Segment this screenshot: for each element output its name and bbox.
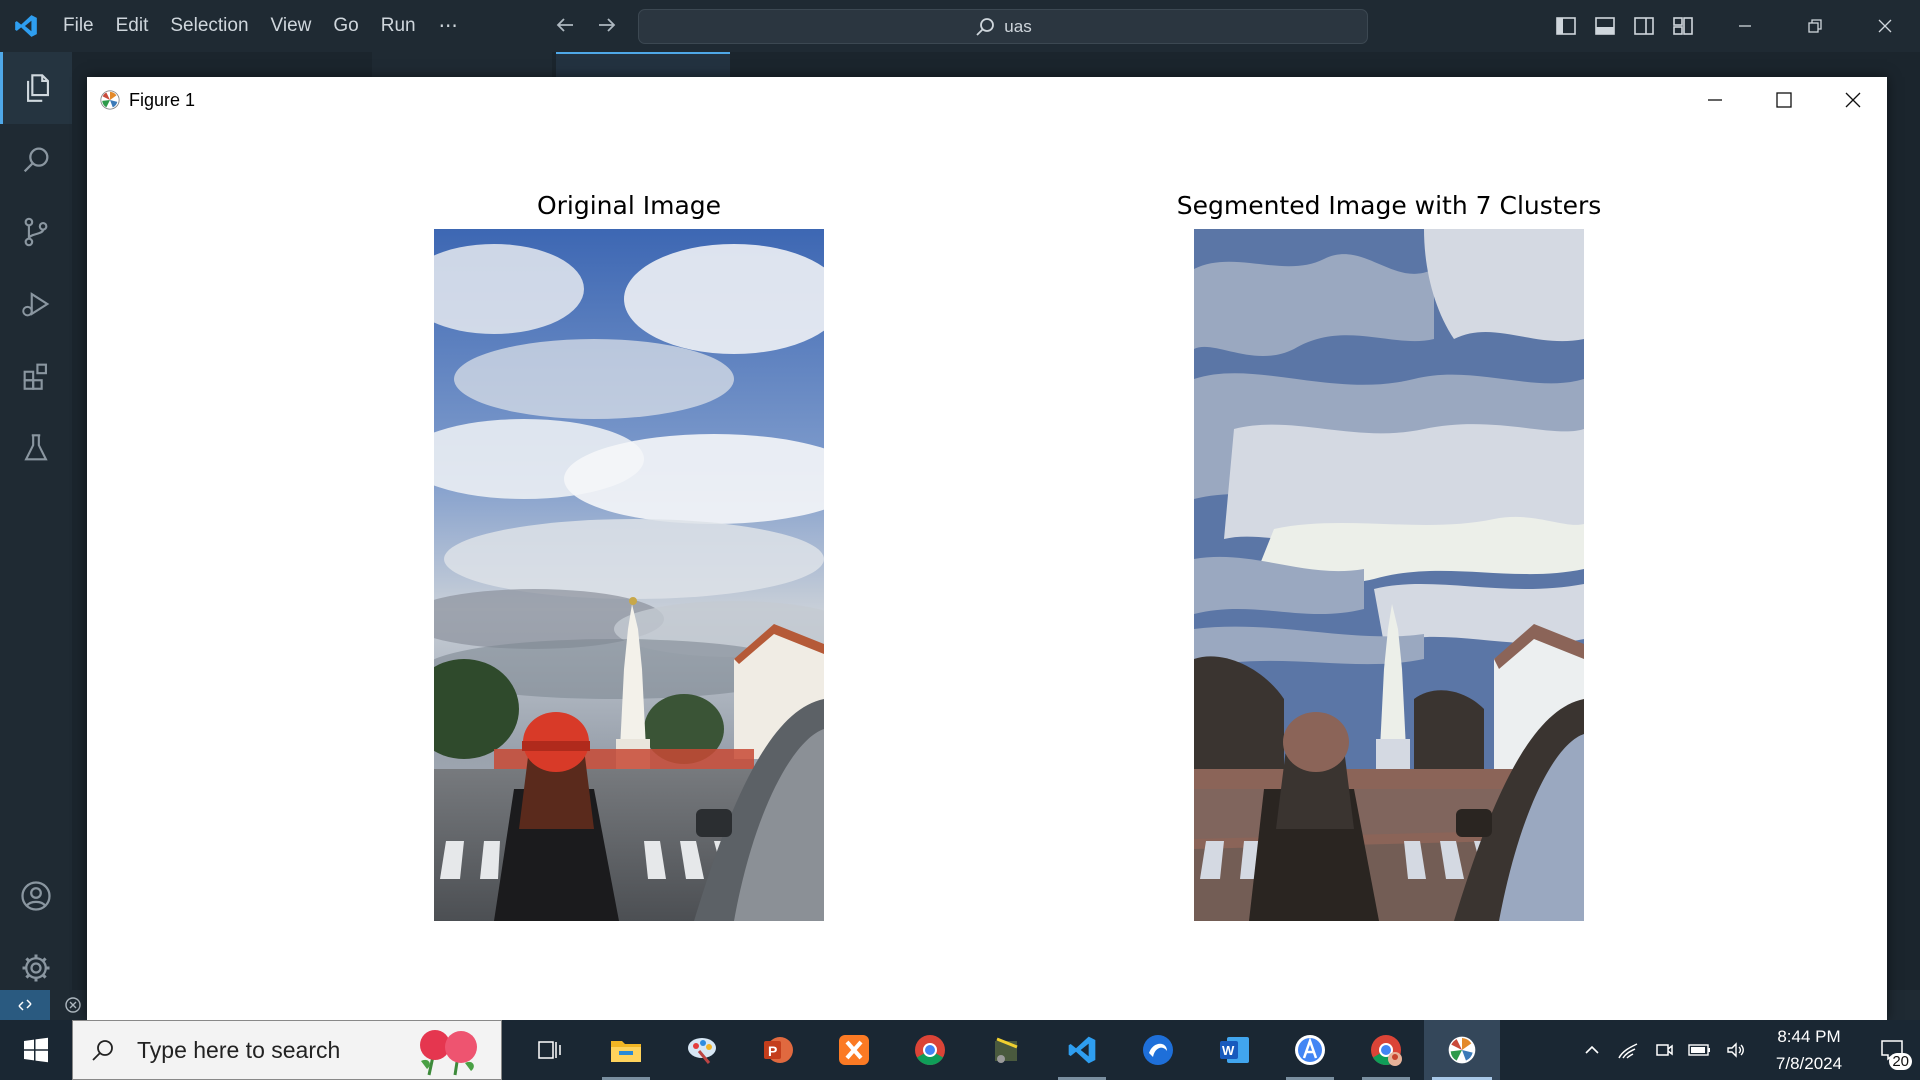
- meet-now-icon[interactable]: [1646, 1020, 1682, 1080]
- back-arrow-icon[interactable]: [552, 12, 578, 38]
- chrome-profile-icon[interactable]: [1348, 1020, 1424, 1080]
- menu-bar: File Edit Selection View Go Run ···: [52, 0, 470, 52]
- vscode-minimize-icon[interactable]: [1710, 0, 1780, 52]
- chrome-icon[interactable]: [892, 1020, 968, 1080]
- taskbar-clock[interactable]: 8:44 PM 7/8/2024: [1754, 1023, 1864, 1077]
- vscode-restore-icon[interactable]: [1780, 0, 1850, 52]
- remote-indicator-icon[interactable]: [0, 990, 50, 1020]
- battery-icon[interactable]: [1682, 1020, 1718, 1080]
- svg-text:P: P: [768, 1043, 777, 1059]
- toggle-panel-icon[interactable]: [1593, 14, 1617, 38]
- roses-decoration-icon: [420, 1030, 477, 1076]
- editor-tab[interactable]: [372, 52, 552, 78]
- menu-more-button[interactable]: ···: [427, 14, 470, 38]
- browser-icon[interactable]: [1120, 1020, 1196, 1080]
- activity-bar: [0, 52, 72, 990]
- testing-icon[interactable]: [0, 412, 72, 484]
- svg-text:W: W: [1222, 1043, 1235, 1058]
- menu-file[interactable]: File: [52, 15, 105, 37]
- search-placeholder: Type here to search: [137, 1036, 341, 1063]
- figure-window: Figure 1 Original Image Segmented Image …: [87, 77, 1887, 1020]
- accounts-icon[interactable]: [0, 860, 72, 932]
- vscode-titlebar: File Edit Selection View Go Run ··· uas: [0, 0, 1920, 52]
- wifi-icon[interactable]: [1610, 1020, 1646, 1080]
- source-control-icon[interactable]: [0, 196, 72, 268]
- vscode-logo-icon: [0, 0, 52, 52]
- original-image: [434, 229, 824, 921]
- android-studio-icon[interactable]: [1272, 1020, 1348, 1080]
- run-debug-icon[interactable]: [0, 268, 72, 340]
- file-explorer-icon[interactable]: [588, 1020, 664, 1080]
- menu-run[interactable]: Run: [370, 15, 427, 37]
- task-view-icon[interactable]: [512, 1020, 588, 1080]
- menu-go[interactable]: Go: [322, 15, 369, 37]
- menu-view[interactable]: View: [260, 15, 323, 37]
- taskbar: Type here to search P W 8:44 PM 7/8/2024…: [0, 1020, 1920, 1080]
- xampp-icon[interactable]: [816, 1020, 892, 1080]
- problems-error-icon[interactable]: [64, 996, 82, 1014]
- figure-titlebar: Figure 1: [87, 77, 1887, 123]
- toggle-secondary-sidebar-icon[interactable]: [1632, 14, 1656, 38]
- vscode-close-icon[interactable]: [1850, 0, 1920, 52]
- editor-tab-active[interactable]: [556, 52, 730, 78]
- word-icon[interactable]: W: [1196, 1020, 1272, 1080]
- app-icon[interactable]: [968, 1020, 1044, 1080]
- menu-edit[interactable]: Edit: [105, 15, 160, 37]
- explorer-icon[interactable]: [0, 52, 72, 124]
- figure-maximize-icon[interactable]: [1749, 77, 1818, 123]
- notification-count-badge: 20: [1889, 1053, 1912, 1070]
- segmented-image: [1194, 229, 1584, 921]
- clock-time: 8:44 PM: [1777, 1027, 1841, 1046]
- powerpoint-icon[interactable]: P: [740, 1020, 816, 1080]
- matplotlib-icon[interactable]: [1424, 1020, 1500, 1080]
- clock-date: 7/8/2024: [1775, 1054, 1843, 1073]
- toggle-primary-sidebar-icon[interactable]: [1554, 14, 1578, 38]
- command-center-search[interactable]: uas: [638, 9, 1368, 44]
- command-center-text: uas: [1004, 16, 1032, 36]
- search-icon: [92, 1040, 113, 1061]
- show-hidden-icons-chevron-up-icon[interactable]: [1574, 1020, 1610, 1080]
- windows-start-icon[interactable]: [0, 1020, 72, 1080]
- right-plot-title: Segmented Image with 7 Clusters: [1176, 191, 1602, 220]
- system-tray: 8:44 PM 7/8/2024 20: [1574, 1020, 1920, 1080]
- taskbar-apps: P W: [512, 1020, 1500, 1080]
- left-plot-title: Original Image: [536, 191, 722, 220]
- figure-close-icon[interactable]: [1818, 77, 1887, 123]
- paint-icon[interactable]: [664, 1020, 740, 1080]
- figure-minimize-icon[interactable]: [1680, 77, 1749, 123]
- taskbar-search-box[interactable]: Type here to search: [72, 1020, 502, 1080]
- forward-arrow-icon[interactable]: [594, 12, 620, 38]
- search-icon[interactable]: [0, 124, 72, 196]
- matplotlib-logo-icon: [100, 90, 120, 110]
- search-icon: [976, 17, 995, 36]
- volume-icon[interactable]: [1718, 1020, 1754, 1080]
- notification-center-icon[interactable]: 20: [1864, 1020, 1920, 1080]
- figure-window-title: Figure 1: [129, 89, 196, 110]
- extensions-icon[interactable]: [0, 340, 72, 412]
- customize-layout-icon[interactable]: [1671, 14, 1695, 38]
- vscode-icon[interactable]: [1044, 1020, 1120, 1080]
- menu-selection[interactable]: Selection: [159, 15, 259, 37]
